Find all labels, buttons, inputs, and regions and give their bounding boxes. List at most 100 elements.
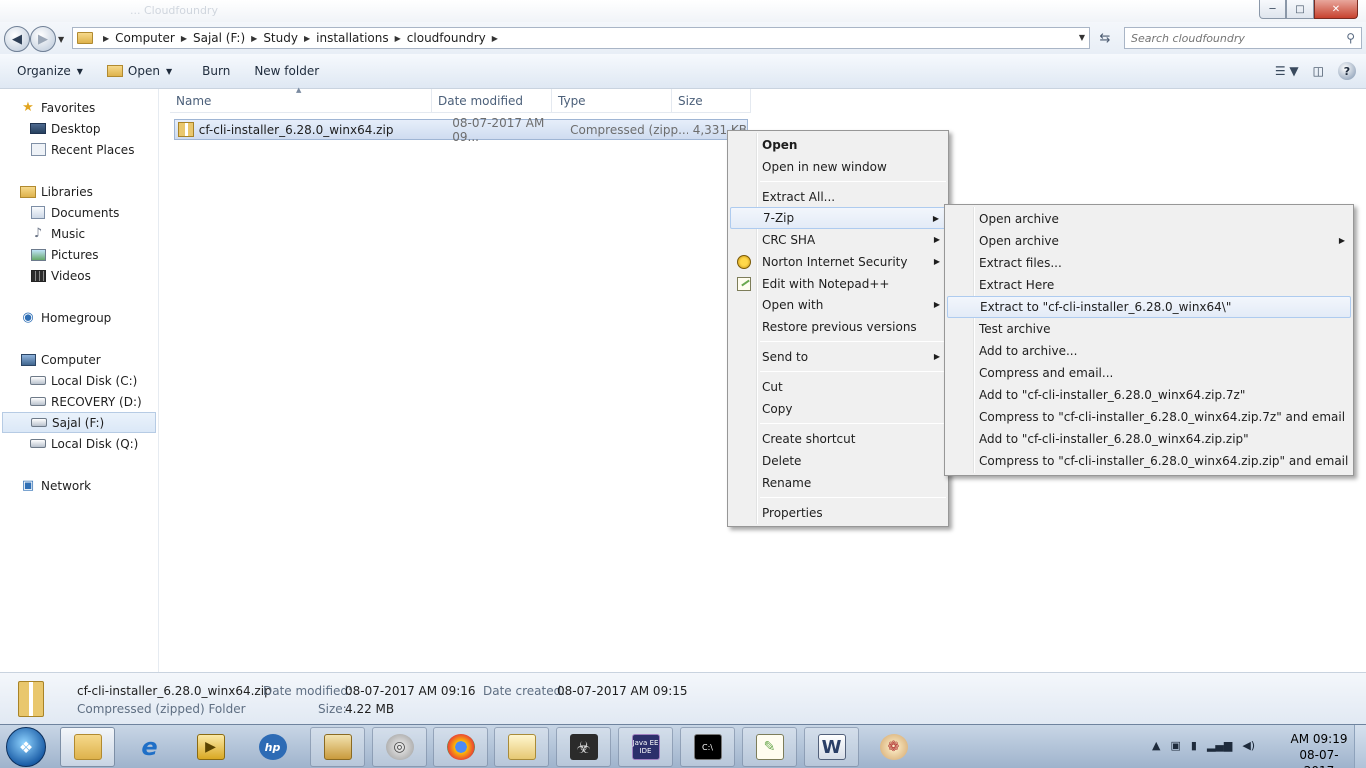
close-icon[interactable]: ✕ xyxy=(1314,0,1358,19)
maximize-icon[interactable]: □ xyxy=(1286,0,1314,19)
taskbar-chrome[interactable] xyxy=(433,727,488,767)
breadcrumb-separator-icon[interactable]: ▶ xyxy=(245,34,263,43)
sidebar-item-local-disk-q[interactable]: Local Disk (Q:) xyxy=(0,433,158,454)
minimize-icon[interactable]: ─ xyxy=(1259,0,1286,19)
menu-item-delete[interactable]: Delete xyxy=(730,450,946,472)
volume-icon[interactable]: ◀) xyxy=(1242,739,1255,752)
battery-icon[interactable]: ▮ xyxy=(1191,739,1197,752)
show-hidden-icons-icon[interactable]: ▲ xyxy=(1152,739,1160,752)
search-icon[interactable]: ⚲ xyxy=(1346,31,1355,45)
search-input[interactable] xyxy=(1131,31,1331,45)
submenu-item-compress-and-email[interactable]: Compress and email... xyxy=(947,362,1351,384)
menu-item-create-shortcut[interactable]: Create shortcut xyxy=(730,428,946,450)
submenu-item-open-archive-more[interactable]: Open archive ▶ xyxy=(947,230,1351,252)
back-arrow-icon[interactable]: ◀ xyxy=(4,26,30,52)
submenu-item-compress-7z-email[interactable]: Compress to "cf-cli-installer_6.28.0_win… xyxy=(947,406,1351,428)
sidebar-item-homegroup[interactable]: ◉ Homegroup xyxy=(0,307,158,328)
address-dropdown-chevron-icon[interactable]: ▼ xyxy=(1079,33,1085,42)
submenu-item-test-archive[interactable]: Test archive xyxy=(947,318,1351,340)
menu-item-restore-previous-versions[interactable]: Restore previous versions xyxy=(730,316,946,338)
film-strip-icon xyxy=(30,269,46,283)
open-button[interactable]: Open ▼ xyxy=(98,59,181,83)
submenu-item-extract-files[interactable]: Extract files... xyxy=(947,252,1351,274)
file-row[interactable]: cf-cli-installer_6.28.0_winx64.zip 08-07… xyxy=(174,116,748,144)
breadcrumb-computer[interactable]: Computer xyxy=(115,31,175,45)
taskbar-media-player[interactable]: ▶ xyxy=(183,727,238,767)
menu-item-edit-notepad-plus-plus[interactable]: Edit with Notepad++ xyxy=(730,273,946,295)
help-icon[interactable]: ? xyxy=(1338,62,1356,80)
breadcrumb-sajal-drive[interactable]: Sajal (F:) xyxy=(193,31,245,45)
menu-item-properties[interactable]: Properties xyxy=(730,502,946,524)
network-signal-icon[interactable]: ▂▄▆ xyxy=(1207,739,1232,752)
sidebar-item-recovery-d[interactable]: RECOVERY (D:) xyxy=(0,391,158,412)
recent-pages-chevron-icon[interactable]: ▼ xyxy=(58,35,64,44)
submenu-item-compress-zip-email[interactable]: Compress to "cf-cli-installer_6.28.0_win… xyxy=(947,450,1351,472)
breadcrumb-separator-icon[interactable]: ▶ xyxy=(298,34,316,43)
menu-item-copy[interactable]: Copy xyxy=(730,398,946,420)
sidebar-item-music[interactable]: ♪ Music xyxy=(0,223,158,244)
breadcrumb-installations[interactable]: installations xyxy=(316,31,389,45)
taskbar-hp[interactable]: hp xyxy=(245,727,300,767)
burn-button[interactable]: Burn xyxy=(193,59,239,83)
menu-item-open-new-window[interactable]: Open in new window xyxy=(730,156,946,178)
menu-item-send-to[interactable]: Send to ▶ xyxy=(730,346,946,368)
taskbar-app-globe[interactable]: ◎ xyxy=(372,727,427,767)
sidebar-item-sajal-f[interactable]: Sajal (F:) xyxy=(2,412,156,433)
menu-item-7zip[interactable]: 7-Zip ▶ xyxy=(730,207,946,229)
sidebar-item-favorites[interactable]: ★ Favorites xyxy=(0,97,158,118)
refresh-icon[interactable]: ⇆ xyxy=(1094,28,1116,48)
taskbar-java-ee-ide[interactable]: Java EE IDE xyxy=(618,727,673,767)
breadcrumb-separator-icon[interactable]: ▶ xyxy=(389,34,407,43)
menu-item-open-with[interactable]: Open with ▶ xyxy=(730,294,946,316)
sidebar-item-documents[interactable]: Documents xyxy=(0,202,158,223)
menu-item-open[interactable]: Open xyxy=(730,134,946,156)
taskbar-folders[interactable] xyxy=(494,727,549,767)
menu-item-extract-all[interactable]: Extract All... xyxy=(730,186,946,208)
submenu-item-extract-here[interactable]: Extract Here xyxy=(947,274,1351,296)
breadcrumb-separator-icon[interactable]: ▶ xyxy=(97,34,115,43)
breadcrumb-cloudfoundry[interactable]: cloudfoundry xyxy=(407,31,486,45)
column-header-size[interactable]: Size xyxy=(672,89,751,113)
submenu-item-add-to-archive[interactable]: Add to archive... xyxy=(947,340,1351,362)
sidebar-item-libraries[interactable]: Libraries xyxy=(0,181,158,202)
submenu-item-add-to-7z[interactable]: Add to "cf-cli-installer_6.28.0_winx64.z… xyxy=(947,384,1351,406)
menu-item-cut[interactable]: Cut xyxy=(730,376,946,398)
menu-item-crc-sha[interactable]: CRC SHA ▶ xyxy=(730,229,946,251)
breadcrumb-study[interactable]: Study xyxy=(263,31,298,45)
taskbar-paint[interactable]: ❁ xyxy=(866,727,921,767)
sidebar-item-desktop[interactable]: Desktop xyxy=(0,118,158,139)
show-desktop-button[interactable] xyxy=(1354,725,1366,768)
breadcrumb-separator-icon[interactable]: ▶ xyxy=(486,34,504,43)
organize-button[interactable]: Organize ▼ xyxy=(8,59,92,83)
column-header-date-modified[interactable]: Date modified xyxy=(432,89,552,113)
sidebar-item-computer[interactable]: Computer xyxy=(0,349,158,370)
submenu-item-extract-to-folder[interactable]: Extract to "cf-cli-installer_6.28.0_winx… xyxy=(947,296,1351,318)
clock[interactable]: AM 09:19 08-07-2017 xyxy=(1286,731,1352,768)
column-header-name[interactable]: Name xyxy=(170,89,432,113)
taskbar-explorer[interactable] xyxy=(60,727,115,767)
breadcrumb-separator-icon[interactable]: ▶ xyxy=(175,34,193,43)
menu-item-norton[interactable]: Norton Internet Security ▶ xyxy=(730,251,946,273)
taskbar-word[interactable]: W xyxy=(804,727,859,767)
start-button[interactable]: ❖ xyxy=(6,727,46,767)
taskbar-notepad-plus-plus[interactable]: ✎ xyxy=(742,727,797,767)
column-header-type[interactable]: Type xyxy=(552,89,672,113)
tray-app-icon[interactable]: ▣ xyxy=(1170,739,1180,752)
new-folder-button[interactable]: New folder xyxy=(245,59,328,83)
sidebar-item-videos[interactable]: Videos xyxy=(0,265,158,286)
sidebar-item-local-disk-c[interactable]: Local Disk (C:) xyxy=(0,370,158,391)
address-bar[interactable]: ▶ Computer ▶ Sajal (F:) ▶ Study ▶ instal… xyxy=(72,27,1090,49)
taskbar-internet-explorer[interactable]: e xyxy=(122,727,177,767)
sidebar-item-recent-places[interactable]: Recent Places xyxy=(0,139,158,160)
forward-arrow-icon[interactable]: ▶ xyxy=(30,26,56,52)
submenu-item-open-archive[interactable]: Open archive xyxy=(947,208,1351,230)
view-options-icon[interactable]: ☰ ▼ xyxy=(1275,64,1299,78)
sidebar-item-network[interactable]: ▣ Network xyxy=(0,475,158,496)
menu-item-rename[interactable]: Rename xyxy=(730,472,946,494)
sidebar-item-pictures[interactable]: Pictures xyxy=(0,244,158,265)
preview-pane-icon[interactable]: ◫ xyxy=(1313,64,1324,78)
taskbar-game[interactable]: ☣ xyxy=(556,727,611,767)
taskbar-control-panel[interactable] xyxy=(310,727,365,767)
taskbar-command-prompt[interactable]: C:\ xyxy=(680,727,735,767)
submenu-item-add-to-zip[interactable]: Add to "cf-cli-installer_6.28.0_winx64.z… xyxy=(947,428,1351,450)
